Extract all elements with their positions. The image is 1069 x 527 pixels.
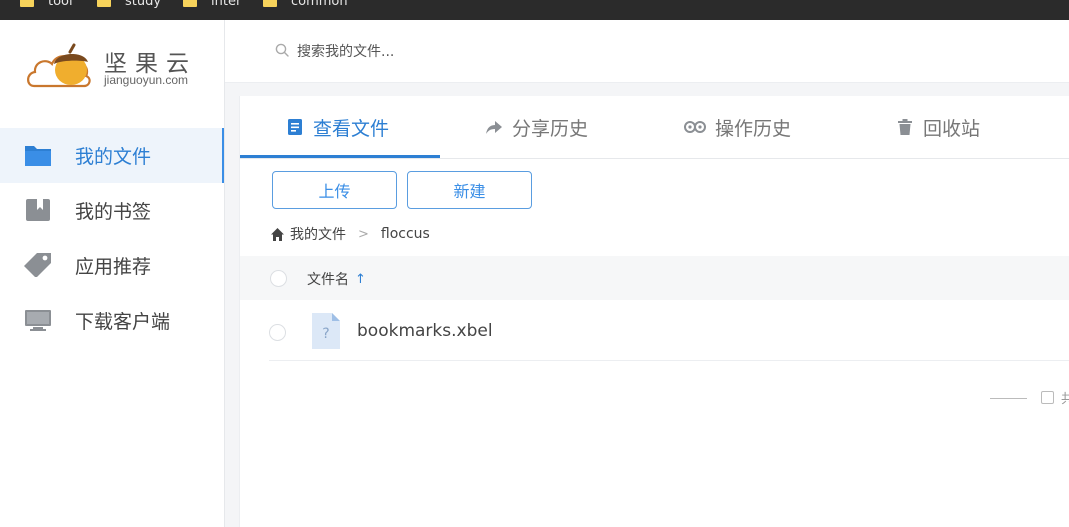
share-icon: [486, 121, 502, 134]
table-header: 文件名 ↑: [240, 256, 1069, 300]
sidebar-item-download-client[interactable]: 下载客户端: [0, 293, 224, 348]
bookmark-folder-label: study: [125, 0, 162, 9]
bookmarks-bar: tool study inter common: [0, 0, 1069, 20]
breadcrumb: 我的文件 > floccus: [270, 224, 430, 244]
column-label: 文件名: [307, 272, 349, 288]
history-icon: [684, 121, 706, 133]
folder-icon: [20, 0, 34, 7]
tab-view-files[interactable]: 查看文件: [286, 96, 389, 158]
table-row[interactable]: ? bookmarks.xbel: [269, 308, 1069, 361]
search-icon: [275, 43, 289, 57]
tab-recycle-bin[interactable]: 回收站: [896, 96, 980, 158]
tab-share-history[interactable]: 分享历史: [485, 96, 588, 158]
sidebar-item-label: 我的文件: [75, 146, 152, 168]
upload-button[interactable]: 上传: [272, 171, 397, 209]
sidebar-item-label: 应用推荐: [75, 256, 152, 278]
folder-icon: [263, 0, 277, 7]
breadcrumb-separator: >: [358, 226, 369, 242]
column-header-filename[interactable]: 文件名 ↑: [307, 269, 366, 289]
sidebar-item-my-bookmarks[interactable]: 我的书签: [0, 183, 224, 238]
tab-label: 分享历史: [512, 117, 589, 140]
tab-bar: 查看文件 分享历史 操作历史 回收站: [240, 96, 1069, 159]
footer-divider: [990, 398, 1027, 399]
tab-label: 操作历史: [715, 117, 792, 140]
tab-label: 回收站: [923, 117, 981, 140]
sidebar-item-label: 下载客户端: [75, 311, 171, 333]
tab-label: 查看文件: [313, 117, 390, 140]
row-select-checkbox[interactable]: [269, 324, 286, 341]
select-all-checkbox[interactable]: [270, 270, 287, 287]
bookmark-folder-label: tool: [48, 0, 73, 9]
bookmark-folder-label: inter: [211, 0, 242, 9]
active-tab-indicator: [240, 155, 440, 158]
tag-icon: [24, 253, 51, 277]
sort-ascending-icon: ↑: [355, 271, 366, 287]
bookmark-folder-label: common: [291, 0, 348, 9]
unknown-file-icon: ?: [312, 313, 340, 349]
file-count-icon: [1041, 391, 1054, 404]
logo-domain: jianguoyun.com: [104, 73, 189, 87]
tab-operation-history[interactable]: 操作历史: [684, 96, 791, 158]
top-search-bar: [225, 20, 1069, 83]
sidebar-item-label: 我的书签: [75, 201, 152, 223]
bookmark-folder-inter[interactable]: inter: [183, 0, 242, 9]
file-count-text: 共: [1061, 392, 1069, 407]
file-panel: 查看文件 分享历史 操作历史 回收站 上传 新建 我的文件 > floccus …: [239, 96, 1069, 527]
bookmark-folder-tool[interactable]: tool: [20, 0, 73, 9]
search-input[interactable]: [297, 42, 697, 62]
breadcrumb-root[interactable]: 我的文件: [290, 224, 346, 244]
folder-icon: [183, 0, 197, 7]
sidebar-item-my-files[interactable]: 我的文件: [0, 128, 224, 183]
bookmark-icon: [26, 199, 50, 221]
document-icon: [288, 119, 302, 135]
bookmark-folder-common[interactable]: common: [263, 0, 348, 9]
folder-icon: [97, 0, 111, 7]
folder-icon: [25, 146, 51, 166]
trash-icon: [898, 119, 912, 135]
file-name[interactable]: bookmarks.xbel: [357, 321, 493, 341]
new-button[interactable]: 新建: [407, 171, 532, 209]
bookmark-folder-study[interactable]: study: [97, 0, 162, 9]
breadcrumb-current[interactable]: floccus: [381, 226, 430, 242]
home-icon[interactable]: [270, 227, 285, 242]
acorn-cloud-logo-icon: [27, 43, 91, 88]
sidebar: 坚果云 jianguoyun.com 我的文件 我的书签 应用推荐 下载客户端: [0, 20, 225, 527]
monitor-icon: [25, 310, 51, 331]
sidebar-item-app-recommend[interactable]: 应用推荐: [0, 238, 224, 293]
svg-text:?: ?: [322, 326, 329, 342]
